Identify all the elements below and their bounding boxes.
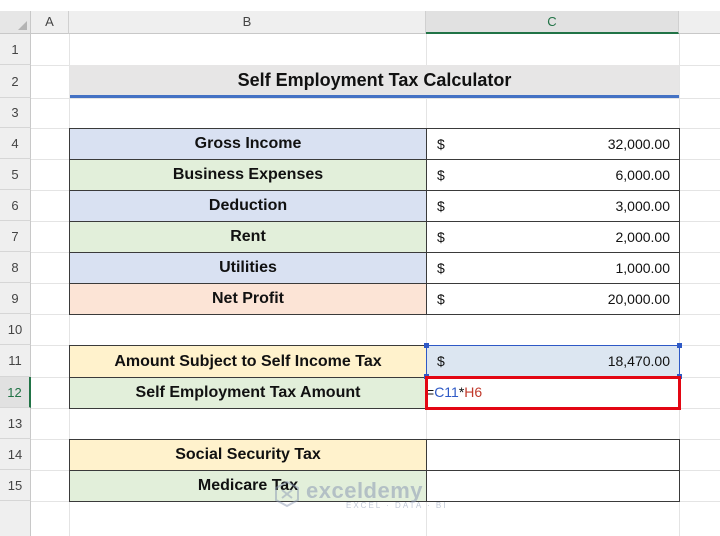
income-table-divider xyxy=(426,128,427,315)
gridline xyxy=(31,98,720,99)
row-header-12[interactable]: 12 xyxy=(0,377,31,408)
column-header-c[interactable]: C xyxy=(426,11,679,34)
row-header-10[interactable]: 10 xyxy=(0,314,31,345)
title-underline xyxy=(70,95,679,98)
reference-handle[interactable] xyxy=(424,343,429,348)
row-header-1[interactable]: 1 xyxy=(0,34,31,65)
column-header-a[interactable]: A xyxy=(31,11,69,34)
row-header-13[interactable]: 13 xyxy=(0,408,31,439)
row-header-5[interactable]: 5 xyxy=(0,159,31,190)
row-header-14[interactable]: 14 xyxy=(0,439,31,470)
spreadsheet-grid: A B C 1 2 3 4 5 6 7 8 9 10 11 12 13 14 1… xyxy=(0,0,720,536)
column-header-blank[interactable] xyxy=(679,11,720,34)
row-header-7[interactable]: 7 xyxy=(0,221,31,252)
breakdown-table-divider xyxy=(69,470,680,471)
row-header-8[interactable]: 8 xyxy=(0,252,31,283)
exceldemy-logo-icon xyxy=(275,480,299,508)
row-header-3[interactable]: 3 xyxy=(0,98,31,128)
row-header-11[interactable]: 11 xyxy=(0,345,31,377)
row-header-15[interactable]: 15 xyxy=(0,470,31,501)
watermark-subtitle: EXCEL · DATA · BI xyxy=(346,501,448,510)
reference-handle[interactable] xyxy=(677,343,682,348)
watermark: exceldemy EXCEL · DATA · BI xyxy=(306,478,447,510)
sheet-title[interactable]: Self Employment Tax Calculator xyxy=(70,65,679,95)
row-header-6[interactable]: 6 xyxy=(0,190,31,221)
select-all-button[interactable] xyxy=(0,11,31,34)
income-table-border xyxy=(69,128,680,315)
row-header-2[interactable]: 2 xyxy=(0,65,31,98)
column-header-b[interactable]: B xyxy=(69,11,426,34)
reference-highlight-c11 xyxy=(426,345,680,377)
row-header-9[interactable]: 9 xyxy=(0,283,31,314)
top-strip xyxy=(0,0,720,11)
select-all-triangle-icon xyxy=(18,21,27,30)
row-header-4[interactable]: 4 xyxy=(0,128,31,159)
active-cell-highlight xyxy=(425,376,681,410)
row-header-blank[interactable] xyxy=(0,501,31,536)
